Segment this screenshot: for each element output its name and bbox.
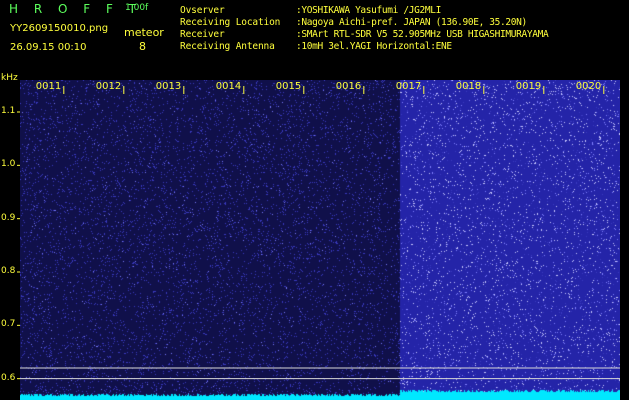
y-tick-label: 0.6 [1, 372, 16, 383]
x-tick-label: 0015 [275, 81, 302, 92]
x-tick-label: 0019 [515, 81, 542, 92]
y-tick-label: 1.1 [1, 106, 16, 116]
x-tick-label: 0012 [95, 81, 122, 92]
y-tick-label: 0.9 [1, 212, 16, 223]
y-tick-label: 1.0 [1, 159, 16, 170]
x-tick-label: 0018 [455, 81, 482, 92]
x-tick-label: 0011 [35, 81, 62, 92]
x-tick-label: 0014 [215, 81, 242, 92]
spectrogram-overlay [17, 86, 620, 380]
x-tick-label: 0016 [335, 81, 362, 92]
x-tick-label: 0013 [155, 81, 182, 92]
x-tick-label: 0020 [575, 81, 602, 92]
x-tick-label: 0017 [395, 81, 422, 92]
y-tick-label: 0.8 [1, 266, 16, 276]
y-tick-label: 0.7 [1, 319, 16, 330]
